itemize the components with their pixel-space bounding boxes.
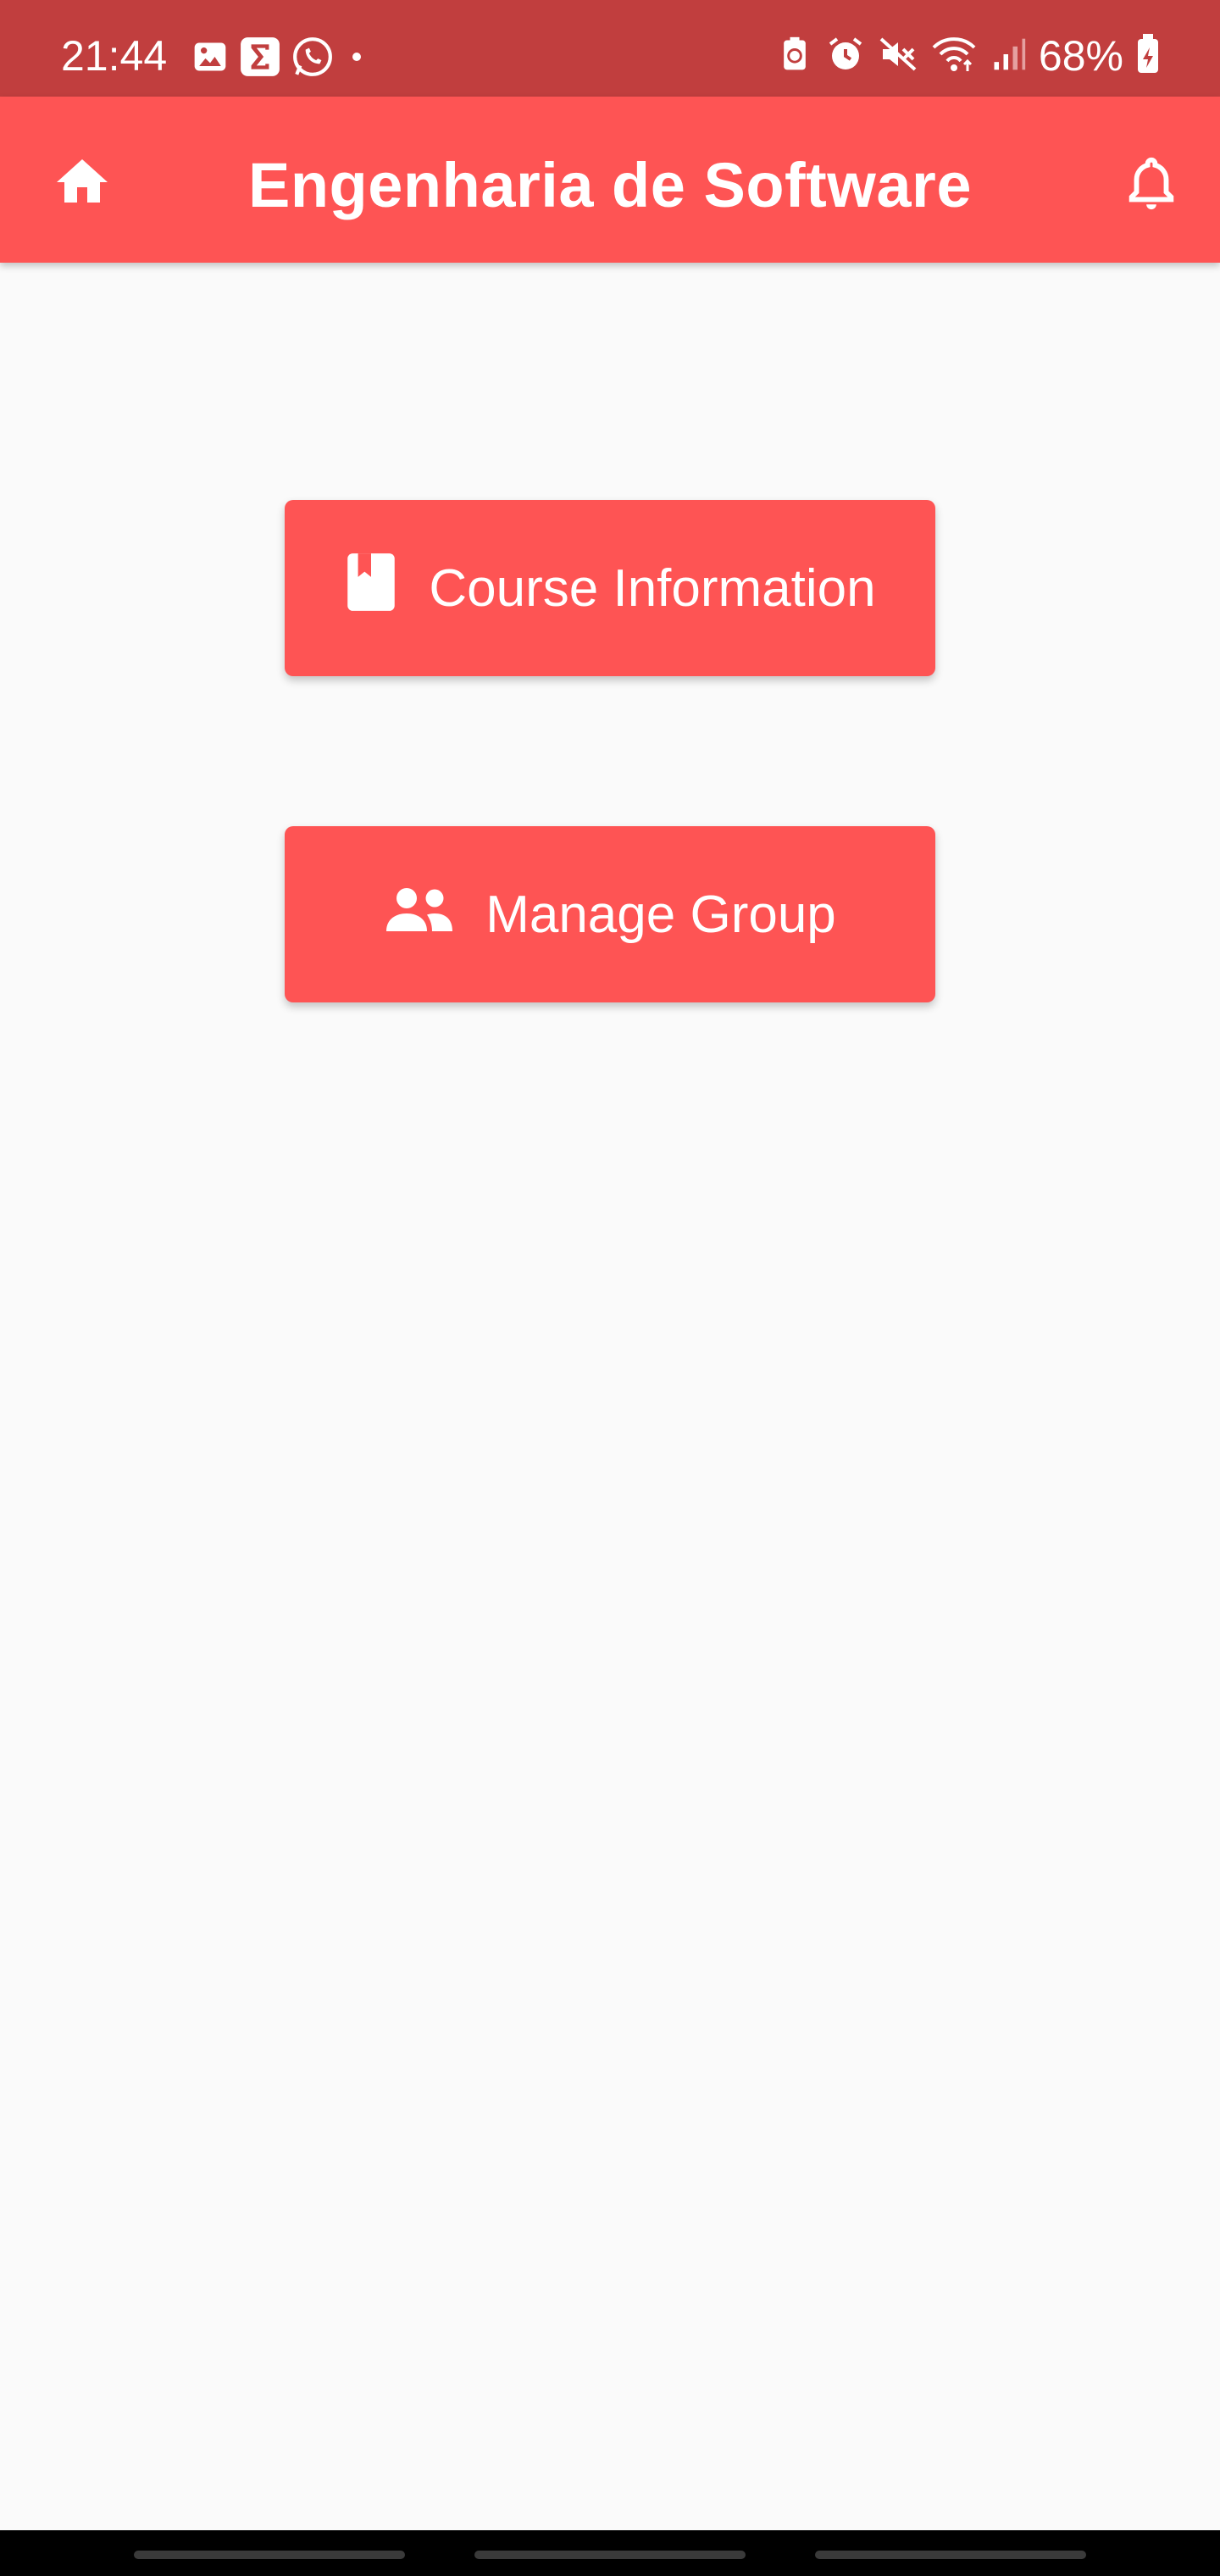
navigation-bar xyxy=(0,2530,1220,2576)
book-icon xyxy=(344,551,398,626)
status-system-icons: 68% xyxy=(776,31,1161,81)
status-time: 21:44 xyxy=(61,32,168,80)
sigma-app-icon xyxy=(239,36,281,82)
battery-percent: 68% xyxy=(1038,32,1123,80)
course-information-label: Course Information xyxy=(429,558,876,618)
signal-icon xyxy=(990,36,1027,77)
page-title: Engenharia de Software xyxy=(248,150,972,220)
alarm-icon xyxy=(825,34,866,79)
manage-group-button[interactable]: Manage Group xyxy=(285,826,935,1002)
wifi-icon xyxy=(930,34,978,79)
status-bar: 21:44 68% xyxy=(0,0,1220,97)
battery-saver-icon xyxy=(776,34,813,79)
nav-back-handle[interactable] xyxy=(815,2551,1086,2559)
mute-icon xyxy=(878,34,918,79)
app-bar: Engenharia de Software xyxy=(0,97,1220,263)
course-information-button[interactable]: Course Information xyxy=(285,500,935,676)
nav-home-handle[interactable] xyxy=(474,2551,746,2559)
gallery-icon xyxy=(191,38,229,80)
notifications-button[interactable] xyxy=(1113,146,1190,222)
dot-icon xyxy=(344,44,369,74)
status-notification-icons xyxy=(191,36,369,82)
nav-recents-handle[interactable] xyxy=(134,2551,405,2559)
whatsapp-icon xyxy=(291,36,334,82)
bell-icon xyxy=(1122,153,1181,216)
battery-icon xyxy=(1135,33,1161,79)
group-icon xyxy=(384,881,455,948)
manage-group-label: Manage Group xyxy=(485,885,836,944)
